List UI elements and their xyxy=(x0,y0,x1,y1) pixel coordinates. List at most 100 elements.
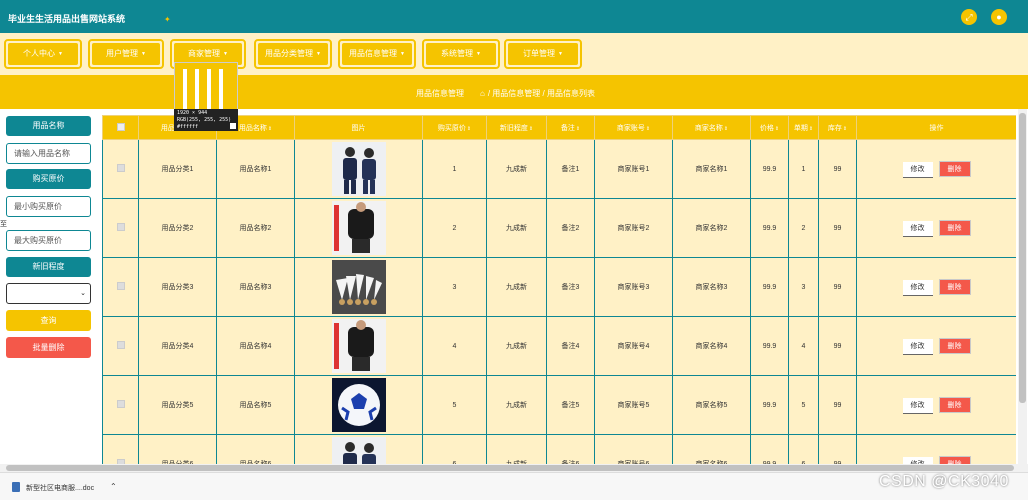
cell-merchant-name: 商家名称2 xyxy=(672,198,751,258)
cell-merchant-account: 商家账号2 xyxy=(594,198,673,258)
row-checkbox[interactable] xyxy=(116,164,125,172)
nav-product-info-management[interactable]: 用品信息管理 ▼ xyxy=(338,39,416,69)
download-file-name[interactable]: 新型社区电商服....doc xyxy=(26,483,94,493)
th-label: 价格 xyxy=(759,124,774,132)
cell-remark: 备注2 xyxy=(546,198,595,258)
th-label: 商家账号 xyxy=(616,124,645,132)
th-merchant-account[interactable]: 商家账号⇕ xyxy=(594,115,673,140)
name-input[interactable]: 请输入用品名称 xyxy=(6,143,91,164)
nav-user-management[interactable]: 用户管理 ▼ xyxy=(88,39,164,69)
chevron-up-icon[interactable]: ⌃ xyxy=(110,482,117,491)
top-header: 毕业生生活用品出售网站系统 ✦ ⤢ ● xyxy=(0,0,1028,33)
cell-image xyxy=(294,198,423,258)
nav-personal-center[interactable]: 个人中心 ▼ xyxy=(4,39,82,69)
condition-select[interactable]: ⌄ xyxy=(6,283,91,304)
cell-merchant-name: 商家名称5 xyxy=(672,375,751,435)
delete-button[interactable]: 删除 xyxy=(938,396,971,413)
edit-button[interactable]: 修改 xyxy=(902,279,933,296)
stripe xyxy=(219,69,223,109)
delete-button[interactable]: 删除 xyxy=(938,160,971,177)
cell-stock: 99 xyxy=(818,257,857,317)
breadcrumb-path: / 用品信息管理 / 用品信息列表 xyxy=(487,89,595,98)
edit-button[interactable]: 修改 xyxy=(902,456,933,464)
th-merchant-name[interactable]: 商家名称⇕ xyxy=(672,115,751,140)
table-row: 用品分类6用品名称66九成新备注6商家账号6商家名称699.9699修改删除 xyxy=(102,434,1016,464)
delete-button[interactable]: 删除 xyxy=(938,278,971,295)
batch-delete-button[interactable]: 批量删除 xyxy=(6,337,91,358)
cell-name: 用品名称4 xyxy=(216,316,295,376)
user-icon[interactable]: ● xyxy=(991,9,1007,25)
sort-icon: ⇕ xyxy=(267,125,273,132)
th-image: 图片 xyxy=(294,115,423,140)
cell-price: 99.9 xyxy=(750,139,789,199)
th-orig-price[interactable]: 购买原价⇕ xyxy=(422,115,487,140)
cell-remark: 备注3 xyxy=(546,257,595,317)
cell-actions: 修改 删除 xyxy=(856,316,1016,376)
cell-price: 99.9 xyxy=(750,434,789,464)
cell-merchant-name: 商家名称6 xyxy=(672,434,751,464)
caret-down-icon: ▼ xyxy=(316,51,321,57)
edit-button[interactable]: 修改 xyxy=(902,161,933,178)
cell-merchant-account: 商家账号1 xyxy=(594,139,673,199)
couple-jackets-image xyxy=(331,437,386,464)
select-all-checkbox[interactable] xyxy=(116,122,125,131)
caret-down-icon: ▼ xyxy=(223,51,228,57)
min-price-input[interactable]: 最小购买原价 xyxy=(6,196,91,217)
cell-image xyxy=(294,375,423,435)
cell-price: 99.9 xyxy=(750,257,789,317)
cell-orig-price: 6 xyxy=(422,434,487,464)
cell-price: 99.9 xyxy=(750,198,789,258)
breadcrumb-bar: 用品信息管理 ⌂ / 用品信息管理 / 用品信息列表 xyxy=(0,75,1028,109)
nav-system-management[interactable]: 系统管理 ▼ xyxy=(422,39,500,69)
max-price-input[interactable]: 最大购买原价 xyxy=(6,230,91,251)
nav-category-management[interactable]: 用品分类管理 ▼ xyxy=(254,39,332,69)
edit-button[interactable]: 修改 xyxy=(902,397,933,414)
th-remark[interactable]: 备注⇕ xyxy=(546,115,595,140)
th-label: 图片 xyxy=(351,124,366,132)
th-period[interactable]: 单期⇕ xyxy=(788,115,819,140)
row-select-cell xyxy=(102,316,139,376)
scroll-thumb[interactable] xyxy=(6,465,1014,471)
cell-merchant-name: 商家名称4 xyxy=(672,316,751,376)
horizontal-scrollbar[interactable] xyxy=(0,464,1028,472)
th-condition[interactable]: 新旧程度⇕ xyxy=(486,115,547,140)
delete-button[interactable]: 删除 xyxy=(938,219,971,236)
row-select-cell xyxy=(102,139,139,199)
row-checkbox[interactable] xyxy=(116,341,125,349)
caret-down-icon: ▼ xyxy=(58,51,63,57)
vertical-scrollbar[interactable] xyxy=(1018,109,1027,464)
cell-name: 用品名称3 xyxy=(216,257,295,317)
expand-icon[interactable]: ⤢ xyxy=(961,9,977,25)
delete-button[interactable]: 删除 xyxy=(938,337,971,354)
caret-down-icon: ▼ xyxy=(476,51,481,57)
scroll-thumb[interactable] xyxy=(1019,113,1026,403)
cell-merchant-account: 商家账号3 xyxy=(594,257,673,317)
edit-button[interactable]: 修改 xyxy=(902,220,933,237)
caret-down-icon: ▼ xyxy=(400,51,405,57)
doc-file-icon xyxy=(12,482,20,492)
nav-label: 用品信息管理 xyxy=(349,49,398,59)
delete-button[interactable]: 删除 xyxy=(938,455,971,464)
range-separator: 至 xyxy=(0,221,7,228)
cell-period: 1 xyxy=(788,139,819,199)
breadcrumb: ⌂ / 用品信息管理 / 用品信息列表 xyxy=(480,88,595,99)
cell-name: 用品名称5 xyxy=(216,375,295,435)
row-checkbox[interactable] xyxy=(116,282,125,290)
th-label: 新旧程度 xyxy=(499,124,528,132)
row-checkbox[interactable] xyxy=(116,400,125,408)
th-price[interactable]: 价格⇕ xyxy=(750,115,789,140)
cell-category: 用品分类5 xyxy=(138,375,217,435)
home-icon[interactable]: ⌂ xyxy=(480,89,485,98)
sort-icon: ⇕ xyxy=(528,125,534,132)
cell-actions: 修改 删除 xyxy=(856,139,1016,199)
cell-image xyxy=(294,316,423,376)
nav-order-management[interactable]: 订单管理 ▼ xyxy=(504,39,582,69)
table-row: 用品分类3 用品名称3 3 九成新 备注3 商家账号3 商家名称3 99.9 3 99 修改 删除 xyxy=(102,257,1016,317)
product-table-wrap: 用品分类⇕ 用品名称⇕ 图片 购买原价⇕ 新旧程度⇕ 备注⇕ 商家账号⇕ 商家名… xyxy=(102,115,1016,464)
edit-button[interactable]: 修改 xyxy=(902,338,933,355)
query-button[interactable]: 查询 xyxy=(6,310,91,331)
cell-image xyxy=(294,257,423,317)
stripe xyxy=(195,69,199,109)
th-stock[interactable]: 库存⇕ xyxy=(818,115,857,140)
row-checkbox[interactable] xyxy=(116,223,125,231)
